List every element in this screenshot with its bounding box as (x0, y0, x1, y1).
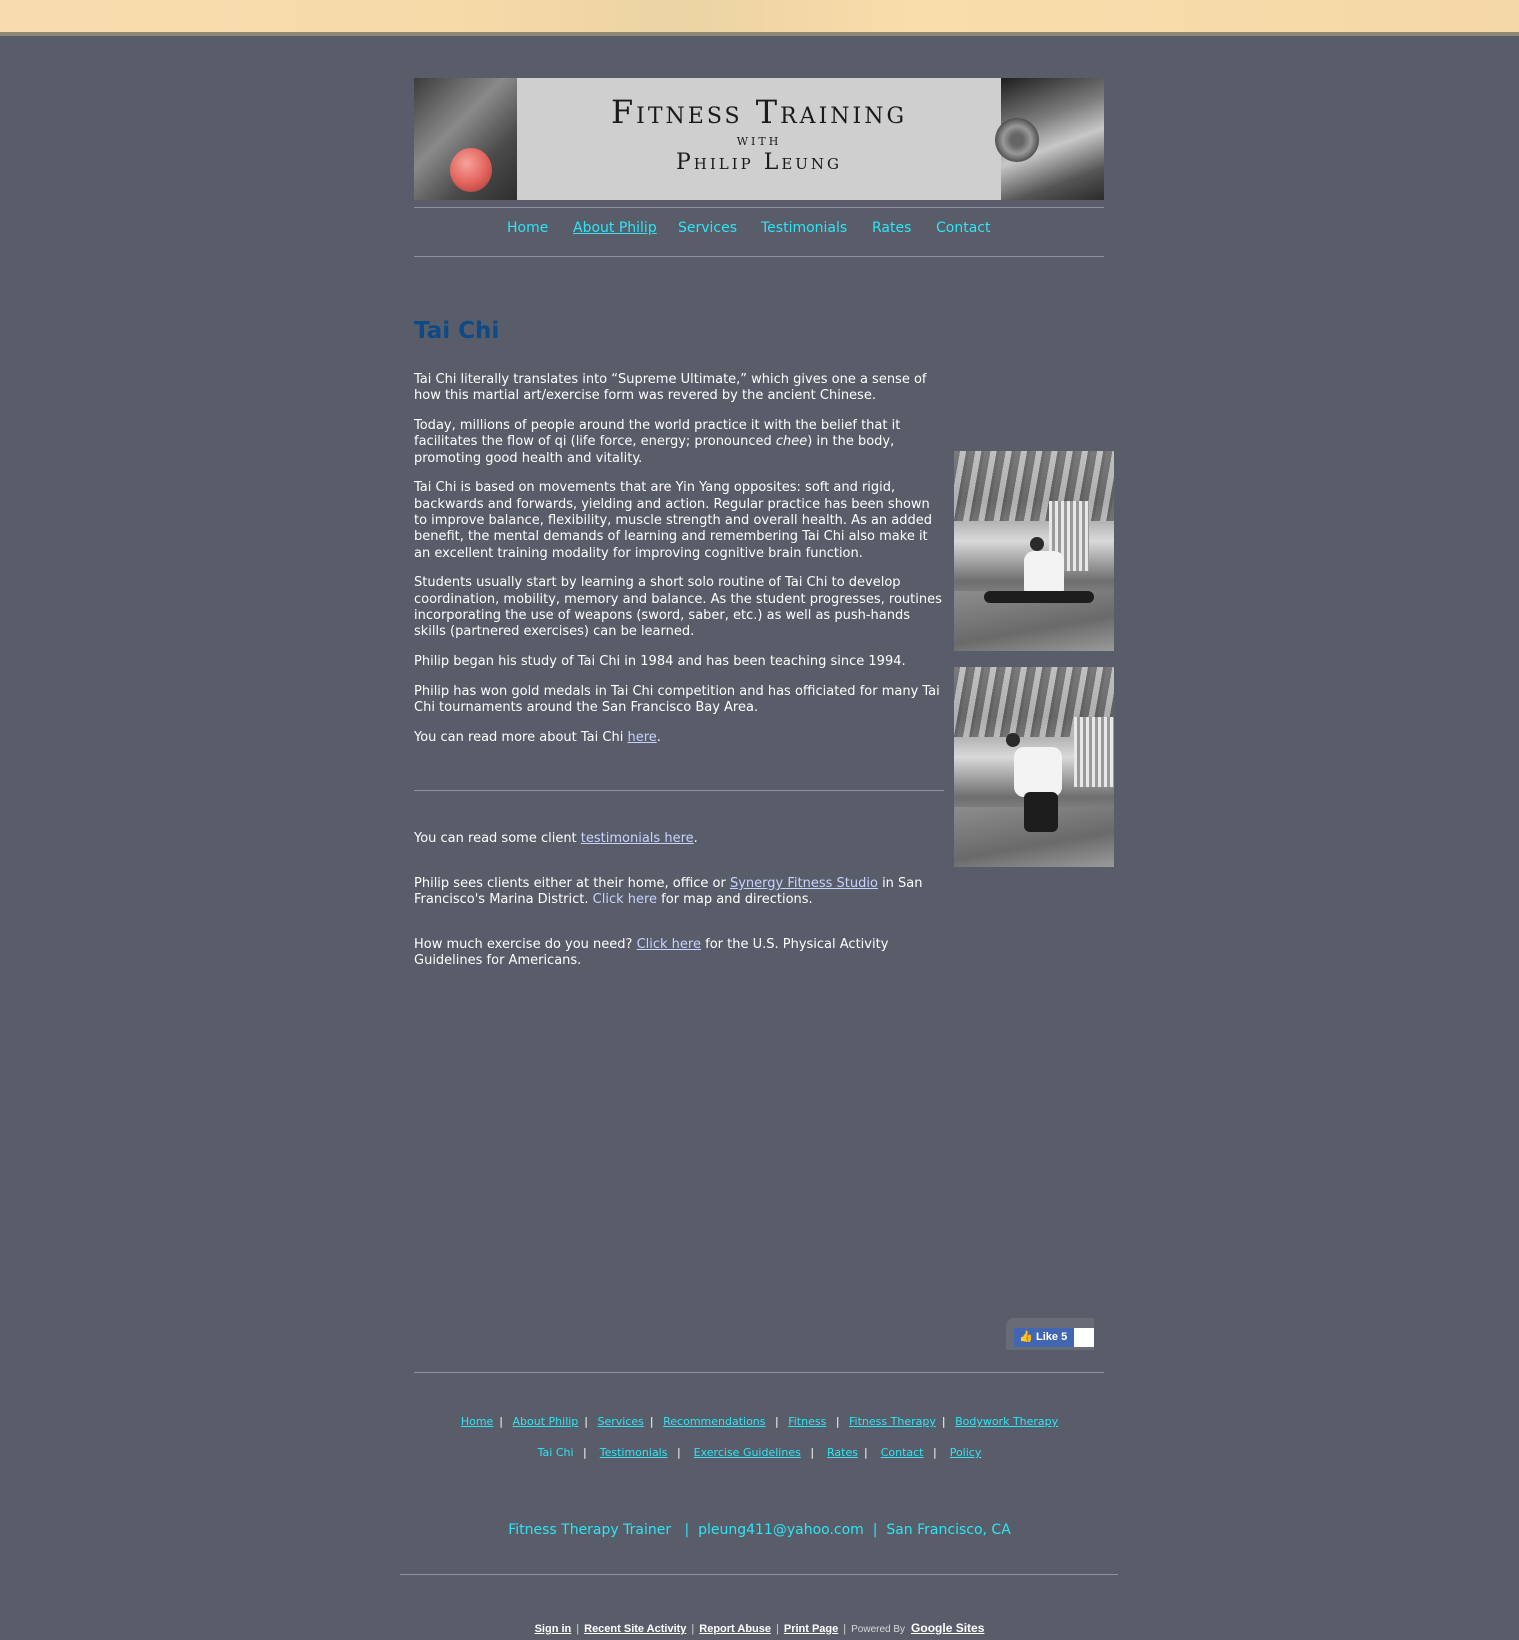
paragraph-intro: Tai Chi literally translates into “Supre… (414, 372, 927, 404)
footer-link-fitness-therapy[interactable]: Fitness Therapy (849, 1415, 936, 1428)
footer-nav-row2: Tai Chi | Testimonials | Exercise Guidel… (537, 1446, 982, 1459)
recent-site-activity-link[interactable]: Recent Site Activity (584, 1623, 686, 1635)
thumbs-up-icon: 👍 (1019, 1331, 1033, 1343)
tai-chi-photo-1 (954, 451, 1114, 651)
nav-services[interactable]: Services (678, 220, 737, 236)
synergy-studio-link[interactable]: Synergy Fitness Studio (730, 876, 878, 891)
footer-link-exercise-guidelines[interactable]: Exercise Guidelines (694, 1446, 801, 1459)
testimonials-text: You can read some client (414, 831, 581, 846)
map-directions-link[interactable]: Click here (593, 892, 657, 907)
paragraph-yin-yang: Tai Chi is based on movements that are Y… (414, 480, 933, 561)
main-nav: Home About Philip Services Testimonials … (414, 220, 1104, 242)
facebook-like-widget: 👍 Like 5 (1006, 1318, 1094, 1350)
read-more-link[interactable]: here (627, 730, 656, 745)
footer-link-contact[interactable]: Contact (881, 1446, 924, 1459)
read-more-period: . (656, 730, 661, 746)
nav-top-divider (414, 207, 1104, 208)
paragraph-medals: Philip has won gold medals in Tai Chi co… (414, 683, 940, 716)
site-title-line3: Philip Leung (675, 150, 843, 175)
paragraph-study: Philip began his study of Tai Chi in 198… (414, 654, 906, 670)
contact-role: Fitness Therapy Trainer (508, 1522, 672, 1538)
main-content: Tai Chi literally translates into “Supre… (414, 372, 944, 760)
read-more-text: You can read more about Tai Chi (414, 730, 628, 746)
tai-chi-photo-2 (954, 667, 1114, 867)
nav-contact[interactable]: Contact (936, 220, 990, 236)
footer-link-bodywork-therapy[interactable]: Bodywork Therapy (955, 1415, 1058, 1428)
nav-home[interactable]: Home (507, 220, 548, 236)
site-title-line2: with (736, 131, 782, 149)
nav-testimonials[interactable]: Testimonials (761, 220, 847, 236)
paragraph-qi: Today, millions of people around the wor… (414, 418, 944, 467)
contact-separator-2: | (872, 1522, 878, 1538)
location-text-end: for map and directions. (657, 892, 813, 908)
report-abuse-link[interactable]: Report Abuse (699, 1623, 771, 1635)
sites-bar-separator: | (843, 1623, 847, 1635)
footer-bottom-divider (400, 1574, 1118, 1575)
paragraph-qi-italic: chee (775, 434, 808, 450)
footer-top-divider (414, 1372, 1104, 1373)
footer-link-home[interactable]: Home (461, 1415, 493, 1428)
site-title-line1: Fitness Training (610, 93, 908, 131)
footer-link-services[interactable]: Services (598, 1415, 644, 1428)
contact-email: pleung411@yahoo.com (698, 1522, 864, 1538)
sign-in-link[interactable]: Sign in (535, 1623, 572, 1635)
contact-location: San Francisco, CA (886, 1522, 1011, 1538)
footer-link-about-philip[interactable]: About Philip (513, 1415, 579, 1428)
facebook-like-count-box (1074, 1328, 1094, 1347)
location-paragraph: Philip sees clients either at their home… (414, 876, 944, 909)
contact-line: Fitness Therapy Trainer | pleung411@yaho… (0, 1522, 1519, 1538)
testimonials-period: . (693, 831, 698, 846)
nav-bottom-divider (414, 256, 1104, 257)
footer-nav-row1: Home | About Philip | Services | Recommenda… (460, 1415, 1059, 1428)
guidelines-link[interactable]: Click here (637, 937, 701, 952)
nav-rates[interactable]: Rates (872, 220, 911, 236)
kettlebell-photo (414, 78, 517, 200)
footer-link-rates[interactable]: Rates (827, 1446, 858, 1459)
google-sites-link[interactable]: Google Sites (911, 1621, 984, 1635)
content-divider (414, 790, 944, 791)
dumbbell-photo (995, 78, 1104, 200)
exercise-paragraph: How much exercise do you need? Click her… (414, 937, 944, 970)
exercise-text: How much exercise do you need? (414, 937, 637, 952)
site-title: Fitness Training with Philip Leung (517, 92, 1001, 178)
sites-bar-separator: | (776, 1623, 779, 1635)
paragraph-students: Students usually start by learning a sho… (414, 575, 942, 640)
facebook-like-button[interactable]: 👍 Like 5 (1014, 1328, 1074, 1347)
nav-about-philip[interactable]: About Philip (573, 220, 657, 236)
footer-current-tai-chi: Tai Chi (537, 1446, 574, 1459)
footer-link-policy[interactable]: Policy (950, 1446, 982, 1459)
testimonials-line: You can read some client testimonials he… (414, 831, 944, 847)
google-sites-bar: Sign in | Recent Site Activity | Report Abus… (0, 1621, 1519, 1635)
footer-link-testimonials[interactable]: Testimonials (600, 1446, 668, 1459)
paragraph-read-more: You can read more about Tai Chi here. (414, 730, 944, 746)
powered-by-label: Powered By (851, 1624, 906, 1635)
page-title: Tai Chi (414, 318, 500, 344)
footer-link-fitness[interactable]: Fitness (788, 1415, 826, 1428)
print-page-link[interactable]: Print Page (784, 1623, 838, 1635)
contact-separator-1: | (684, 1522, 690, 1538)
sites-bar-separator: | (691, 1623, 695, 1635)
location-text: Philip sees clients either at their home… (414, 876, 730, 891)
testimonials-link[interactable]: testimonials here (581, 831, 694, 846)
site-header-banner: Fitness Training with Philip Leung (414, 78, 1104, 200)
sites-bar-separator: | (576, 1623, 580, 1635)
footer-link-recommendations[interactable]: Recommendations (663, 1415, 765, 1428)
top-banner-strip (0, 0, 1519, 36)
facebook-like-label: Like 5 (1036, 1331, 1068, 1343)
